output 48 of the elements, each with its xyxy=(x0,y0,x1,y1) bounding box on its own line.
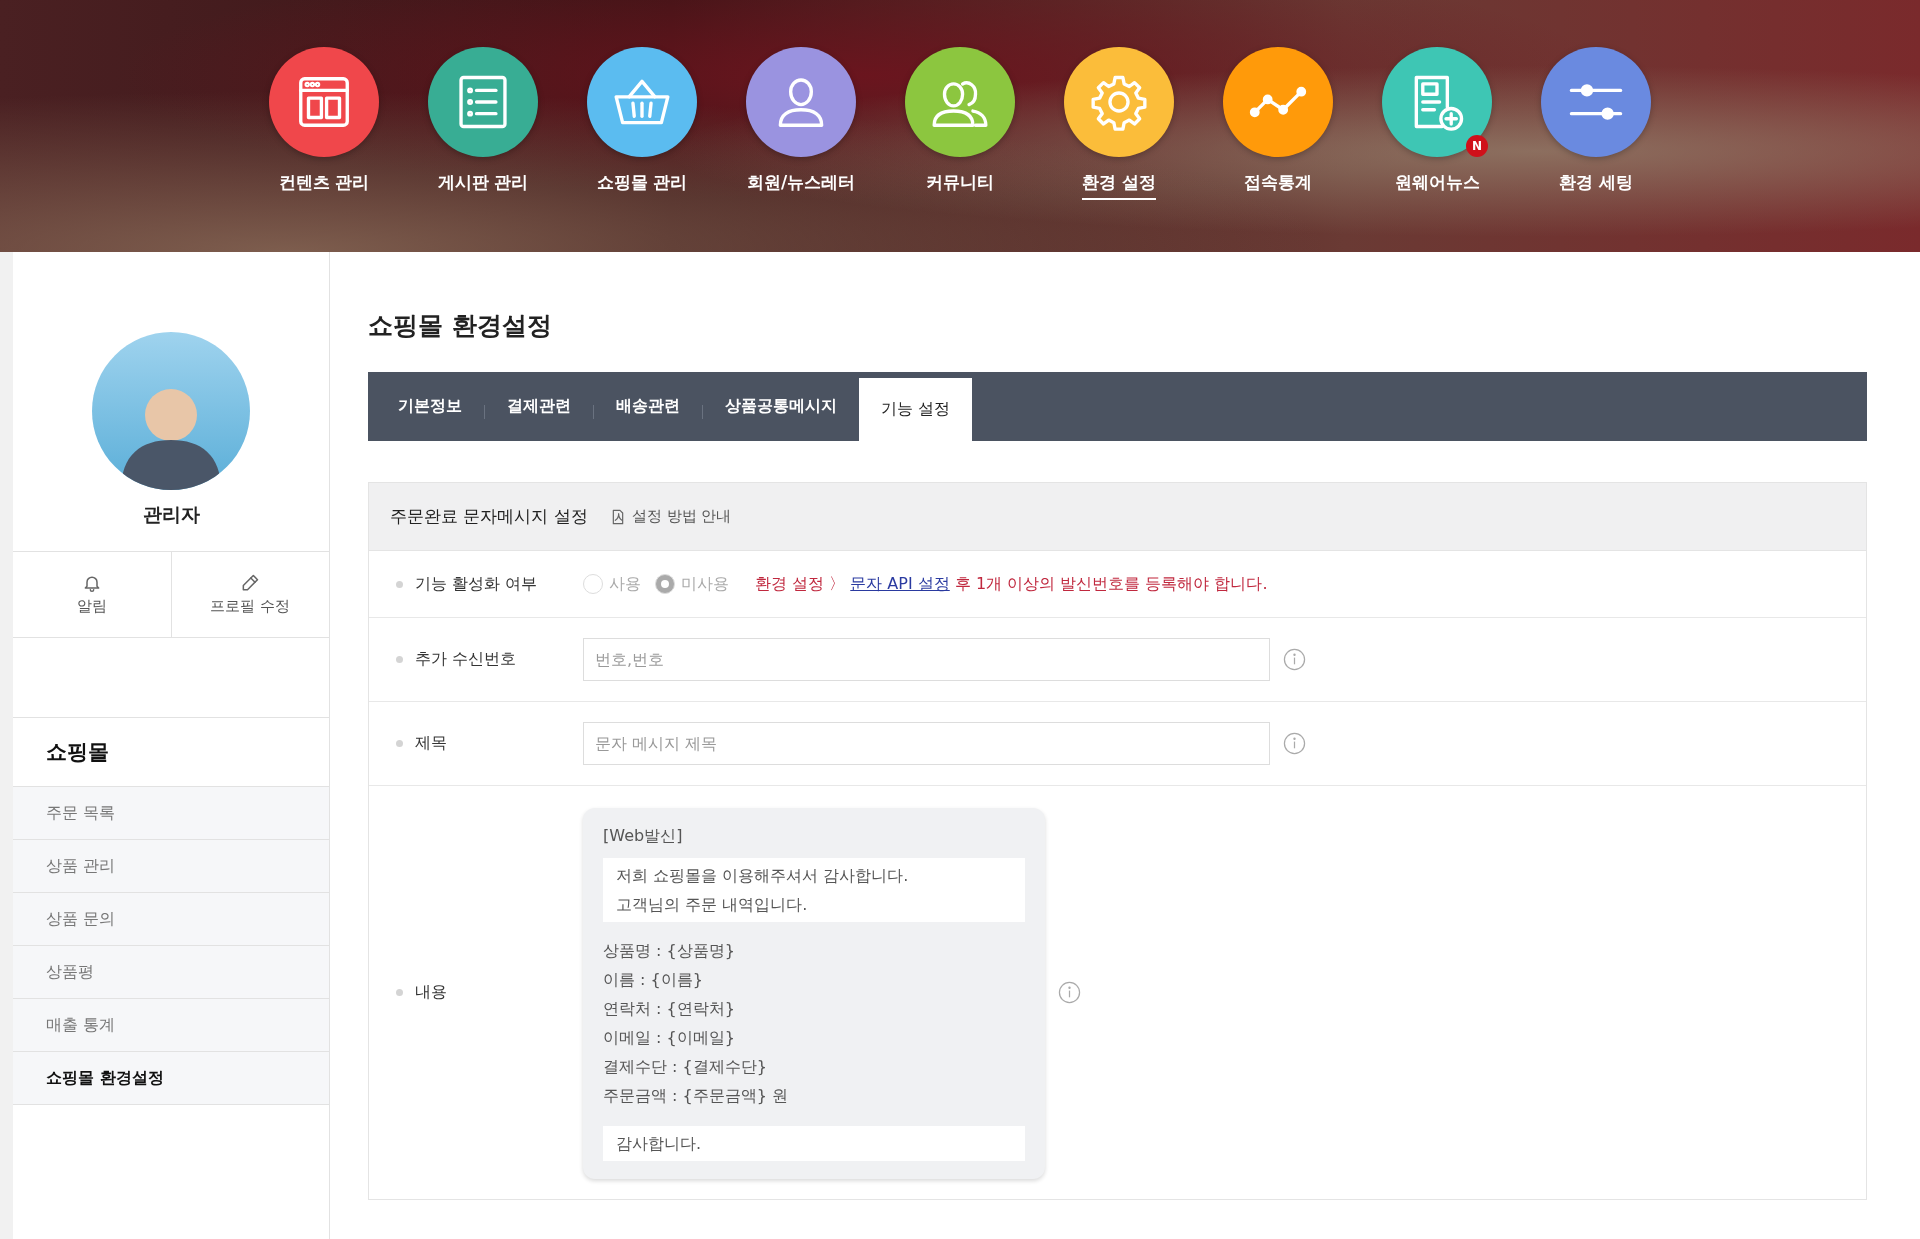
tab[interactable]: 배송관련 xyxy=(594,372,702,441)
profile-name: 관리자 xyxy=(142,502,200,527)
field-label: 내용 xyxy=(415,982,448,1003)
message-field: 주문금액 : {주문금액} 원 xyxy=(603,1085,1025,1106)
section-title: 주문완료 문자메시지 설정 xyxy=(390,505,588,528)
nav-link[interactable]: 환경 세팅 xyxy=(1559,171,1633,200)
sidebar-item[interactable]: 주문 목록 xyxy=(13,787,329,840)
message-line: 고객님의 주문 내역입니다. xyxy=(616,894,809,915)
bullet-dot xyxy=(396,740,403,747)
nav-icon-circle[interactable]: N xyxy=(1382,47,1492,157)
field-label: 기능 활성화 여부 xyxy=(415,573,539,595)
new-badge: N xyxy=(1466,135,1488,157)
sidebar-item[interactable]: 매출 통계 xyxy=(13,999,329,1052)
nav-link[interactable]: 환경 설정 xyxy=(1082,171,1156,200)
message-field: 연락처 : {연락처} xyxy=(603,998,1025,1019)
nav-link[interactable]: 커뮤니티 xyxy=(926,171,994,200)
field-label: 제목 xyxy=(415,733,448,754)
tab[interactable]: 기본정보 xyxy=(376,372,484,441)
nav-link[interactable]: 게시판 관리 xyxy=(437,171,529,200)
notice-text: 환경 설정 〉 문자 API 설정 후 1개 이상의 발신번호를 등록해야 합니다. xyxy=(755,573,1268,595)
text-input-field[interactable]: 번호,번호 xyxy=(583,638,1270,681)
message-field: 이메일 : {이메일} xyxy=(603,1027,1025,1048)
tab[interactable]: 기능 설정 xyxy=(859,378,973,441)
nav-link[interactable]: 쇼핑몰 관리 xyxy=(596,171,688,200)
tab[interactable]: 상품공통메시지 xyxy=(703,372,859,441)
pencil-icon xyxy=(240,573,261,593)
nav-link[interactable]: 컨텐츠 관리 xyxy=(278,171,370,200)
bullet-dot xyxy=(396,656,403,663)
sidebar-item[interactable]: 상품평 xyxy=(13,946,329,999)
message-header: [Web발신] xyxy=(603,826,684,847)
tab[interactable]: 결제관련 xyxy=(485,372,593,441)
field-label: 추가 수신번호 xyxy=(415,649,518,670)
message-field: 상품명 : {상품명} xyxy=(603,940,1025,961)
nav-link[interactable]: 접속통계 xyxy=(1244,171,1312,200)
message-line: 저희 쇼핑몰을 이용해주셔서 감사합니다. xyxy=(616,865,910,886)
text-input-field[interactable]: 문자 메시지 제목 xyxy=(583,722,1270,765)
nav-link[interactable]: 회원/뉴스레터 xyxy=(746,171,856,200)
guide-link[interactable]: 설정 방법 안내 xyxy=(609,507,732,526)
message-field: 이름 : {이름} xyxy=(603,969,1025,990)
nav-link[interactable]: 원웨어뉴스 xyxy=(1394,171,1480,200)
bullet-dot xyxy=(396,989,403,996)
sidebar-item[interactable]: 쇼핑몰 환경설정 xyxy=(13,1052,329,1105)
sidebar-item[interactable]: 상품 문의 xyxy=(13,893,329,946)
page-title: 쇼핑몰 환경설정 xyxy=(368,310,553,342)
message-field: 결제수단 : {결제수단} xyxy=(603,1056,1025,1077)
message-line: 감사합니다. xyxy=(616,1133,703,1154)
sidebar-item[interactable]: 상품 관리 xyxy=(13,840,329,893)
bullet-dot xyxy=(396,580,403,588)
